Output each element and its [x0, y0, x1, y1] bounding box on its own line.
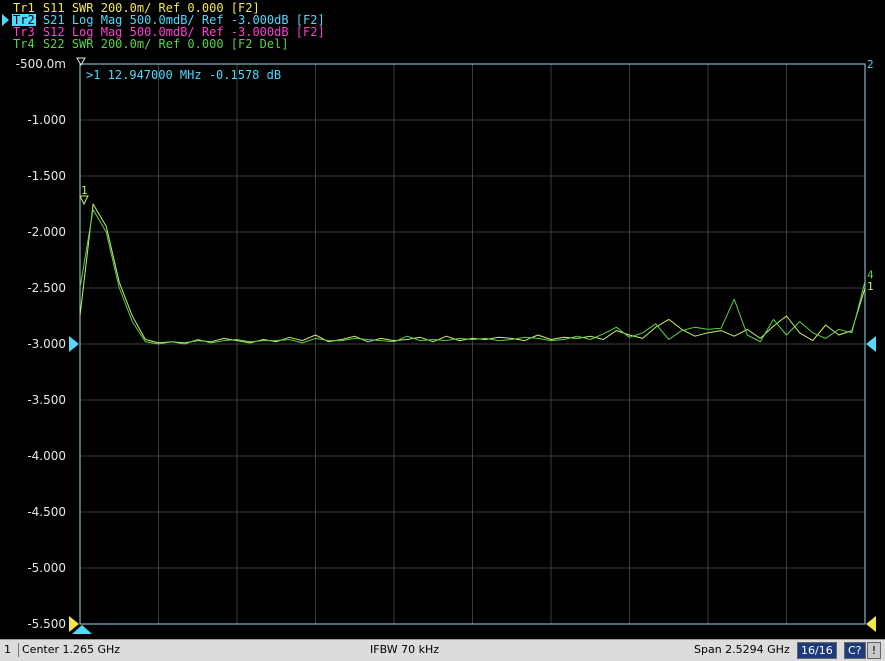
trace-scale: 200.0m/ — [93, 37, 152, 51]
trace-text: Tr4 S22 SWR 200.0m/ Ref 0.000 [F2 Del] — [12, 37, 289, 51]
y-tick-label: -1.500 — [27, 169, 66, 183]
marker-readout: >1 12.947000 MHz -0.1578 dB — [86, 68, 281, 82]
trace-parameter: S22 — [35, 37, 65, 51]
reference-level-left-icon[interactable] — [69, 336, 79, 352]
y-tick-label: -500.0m — [16, 57, 66, 71]
trace-end-label: 1 — [867, 280, 874, 293]
marker-1-icon[interactable] — [79, 195, 89, 206]
scale-bottom-right-icon — [866, 616, 876, 632]
y-tick-label: -3.500 — [27, 393, 66, 407]
y-tick-label: -3.000 — [27, 337, 66, 351]
channel-number: 2 — [867, 58, 874, 71]
y-tick-label: -4.500 — [27, 505, 66, 519]
trace-flags: [F2 Del] — [223, 37, 289, 51]
trace-format: SWR — [64, 37, 94, 51]
y-tick-label: -2.000 — [27, 225, 66, 239]
reference-level-right-icon[interactable] — [866, 336, 876, 352]
status-bar: 1 Center 1.265 GHz IFBW 70 kHz Span 2.52… — [0, 639, 885, 661]
warning-indicator[interactable]: ! — [867, 642, 881, 659]
cal-indicator[interactable]: C? — [844, 642, 866, 659]
y-tick-label: -5.500 — [27, 617, 66, 631]
span-value[interactable]: Span 2.5294 GHz — [694, 642, 790, 658]
points-indicator[interactable]: 16/16 — [797, 642, 837, 659]
y-tick-label: -2.500 — [27, 281, 66, 295]
trace-reference: Ref 0.000 — [151, 37, 224, 51]
trace-row-tr4[interactable]: Tr4 S22 SWR 200.0m/ Ref 0.000 [F2 Del] — [0, 38, 289, 50]
trace-name: Tr4 — [13, 37, 35, 51]
active-trace-arrow-icon — [2, 14, 9, 26]
trace-flags: [F2] — [288, 25, 325, 39]
measurement-chart[interactable]: -500.0m -1.000 -1.500 -2.000 -2.500 -3.000 -3.… — [0, 56, 885, 638]
y-tick-label: -1.000 — [27, 113, 66, 127]
channel-indicator[interactable]: 1 — [4, 642, 11, 658]
ifbw-value[interactable]: IFBW 70 kHz — [370, 642, 439, 658]
center-frequency[interactable]: Center 1.265 GHz — [22, 642, 120, 658]
y-tick-label: -4.000 — [27, 449, 66, 463]
marker-1-label: 1 — [81, 184, 88, 197]
y-tick-label: -5.000 — [27, 561, 66, 575]
trace-list: Tr1 S11 SWR 200.0m/ Ref 0.000 [F2] Tr2 S2… — [0, 0, 885, 56]
status-divider — [18, 643, 19, 657]
